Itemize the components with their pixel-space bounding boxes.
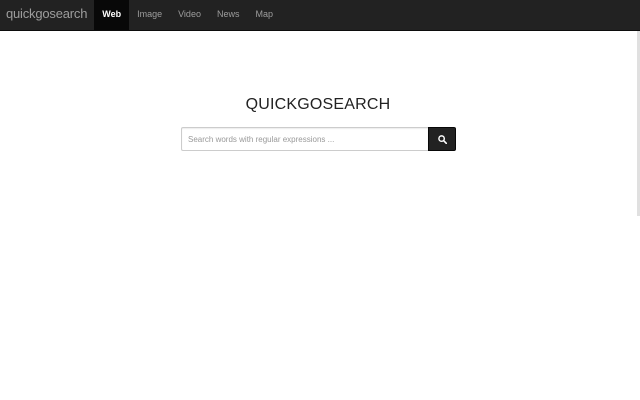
nav-tab-image[interactable]: Image — [129, 0, 170, 30]
search-form — [181, 127, 456, 151]
search-button[interactable] — [428, 127, 456, 151]
search-input[interactable] — [181, 127, 428, 151]
nav-tab-video[interactable]: Video — [170, 0, 209, 30]
page-title: QUICKGOSEARCH — [245, 96, 391, 113]
nav-tab-web[interactable]: Web — [94, 0, 130, 30]
top-navbar: quickgosearch Web Image Video News Map — [0, 0, 640, 31]
search-icon — [437, 134, 447, 144]
brand-link[interactable]: quickgosearch — [0, 0, 94, 30]
nav-tab-map[interactable]: Map — [247, 0, 281, 30]
nav-tab-news[interactable]: News — [209, 0, 248, 30]
